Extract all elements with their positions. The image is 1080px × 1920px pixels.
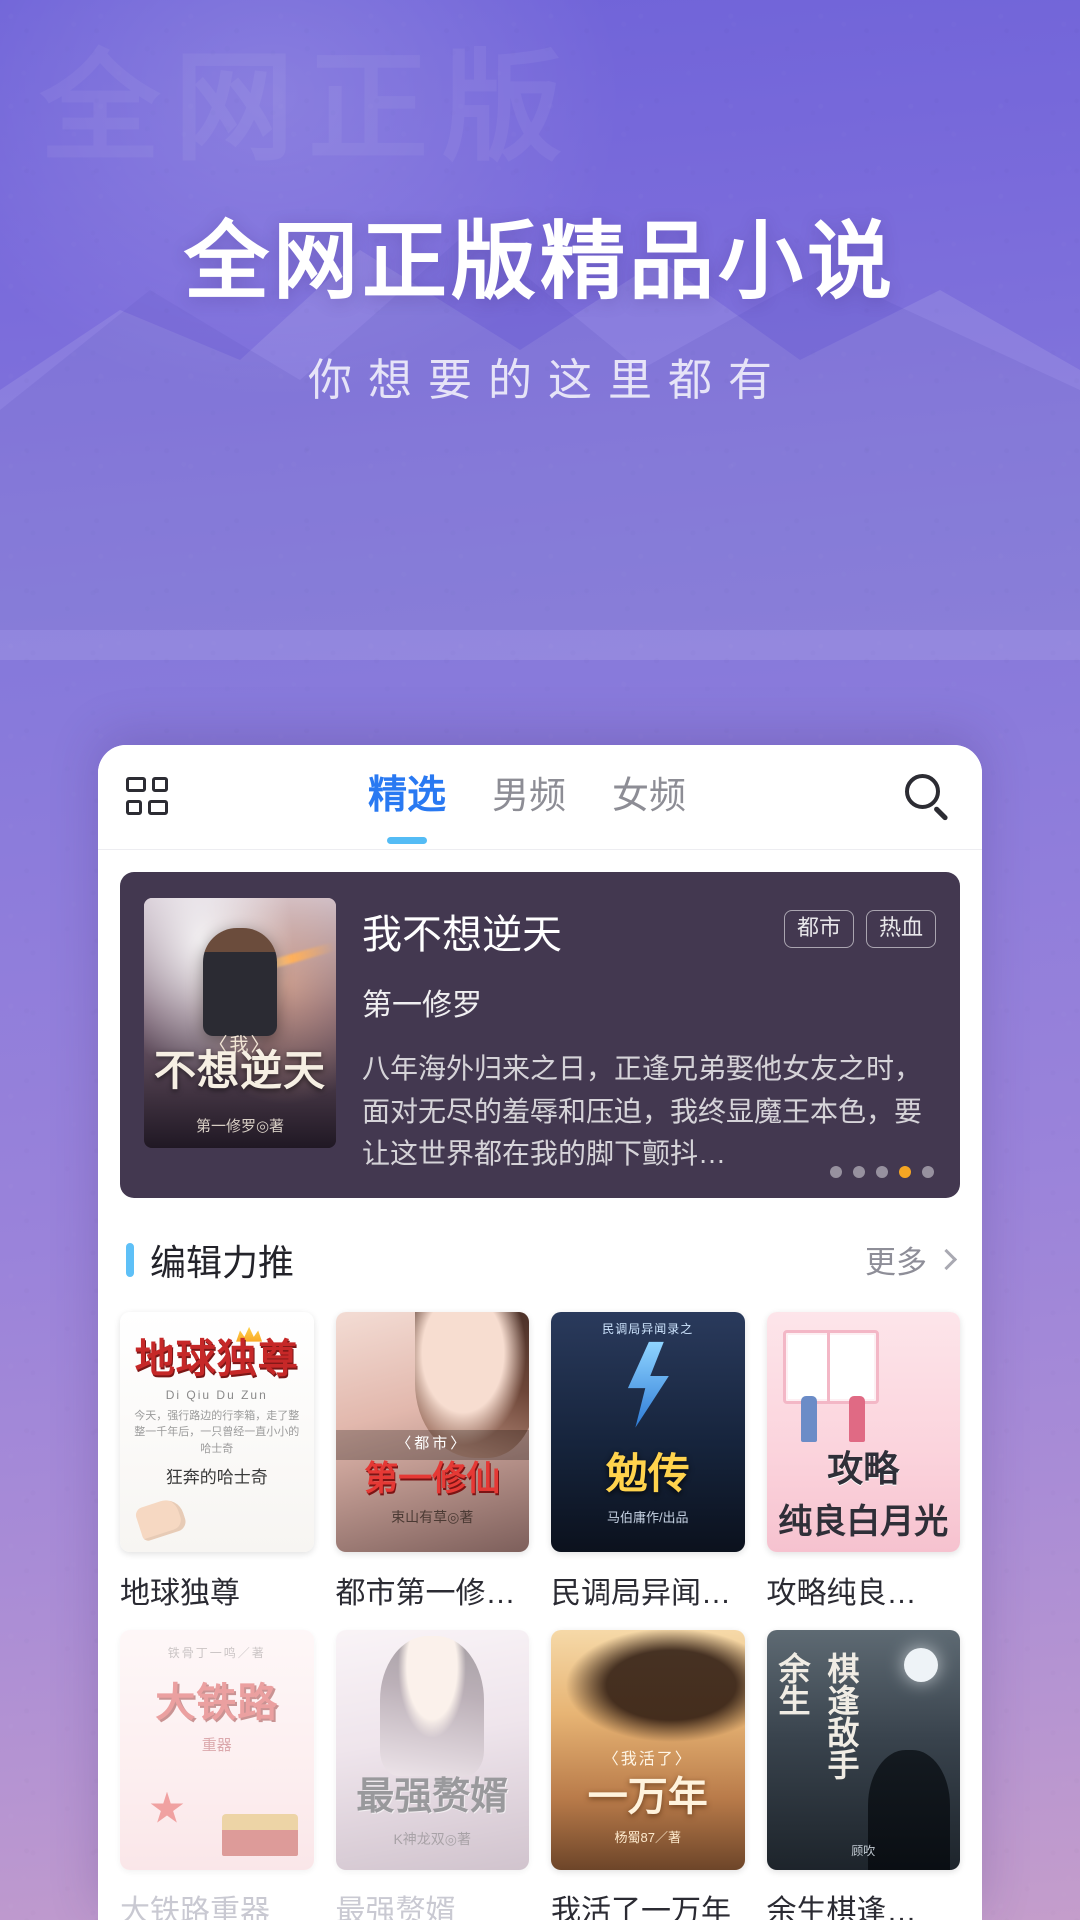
cover-main-text: 勉传 — [605, 1449, 690, 1497]
tab-bar: 精选 男频 女频 — [170, 764, 884, 830]
cover-main-text2: 棋逢敌手 — [823, 1651, 860, 1780]
book-title: 最强赘婿 — [335, 1894, 456, 1920]
cover-author: 束山有草◎著 — [391, 1508, 474, 1525]
book-card[interactable]: 民调局异闻录之 勉传 马伯庸作/出品 民调局异闻… — [551, 1311, 745, 1612]
book-cover[interactable]: 〈都市〉 第一修仙 束山有草◎著 — [335, 1311, 529, 1552]
cover-author: 杨蜀87／著 — [614, 1829, 681, 1845]
book-title: 大铁路重器 — [120, 1894, 270, 1920]
more-label: 更多 — [865, 1245, 927, 1281]
book-title: 攻略纯良… — [766, 1576, 917, 1610]
chevron-right-icon — [935, 1249, 958, 1271]
cover-author: 重器 — [201, 1736, 232, 1754]
featured-header: 我不想逆天 都市 热血 — [362, 902, 936, 960]
cover-main-text: 最强赘婿 — [356, 1775, 509, 1818]
book-card[interactable]: 〈我活了〉 一万年 杨蜀87／著 我活了一万年 — [551, 1629, 745, 1920]
more-link[interactable]: 更多 — [865, 1237, 958, 1282]
background-ghost-text: 全网正版 — [40, 41, 576, 175]
carousel-dot-active[interactable] — [899, 1165, 911, 1178]
carousel-dot[interactable] — [853, 1165, 865, 1178]
page-subtitle: 你想要的这里都有 — [308, 356, 788, 406]
book-title: 地球独尊 — [120, 1576, 240, 1610]
cover-main-text: 地球独尊 — [134, 1336, 299, 1381]
cover-author: 狂奔的哈士奇 — [165, 1467, 268, 1487]
cover-author: 纯良白月光 — [778, 1502, 949, 1541]
cover-main-text: 余生 — [774, 1651, 811, 1716]
app-preview-card: 精选 男频 女频 〈我〉 不想逆天 第一修罗◎著 我不想逆天 都市 热血 第一修… — [98, 745, 982, 1920]
section-accent-bar — [126, 1242, 134, 1277]
featured-cover-byline: 第一修罗◎著 — [195, 1118, 285, 1135]
book-cover[interactable]: 铁骨丁一鸣／著 大铁路 重器 — [120, 1629, 314, 1870]
cover-main-text: 一万年 — [587, 1774, 708, 1819]
book-cover[interactable]: 最强赘婿 K神龙双◎著 — [335, 1629, 529, 1870]
carousel-dot[interactable] — [830, 1165, 842, 1178]
book-cover[interactable]: 民调局异闻录之 勉传 马伯庸作/出品 — [551, 1311, 745, 1552]
book-card[interactable]: 攻略 纯良白月光 攻略纯良… — [766, 1311, 960, 1612]
book-cover[interactable]: 地球独尊 Di Qiu Du Zun 今天，强行路边的行李箱，走了整整一千年后，… — [120, 1311, 314, 1552]
tag-rexue[interactable]: 热血 — [865, 910, 936, 949]
featured-description: 八年海外归来之日，正逢兄弟娶他女友之时，面对无尽的羞辱和压迫，我终显魔王本色，要… — [362, 1053, 923, 1170]
book-cover[interactable]: 攻略 纯良白月光 — [766, 1311, 960, 1552]
cover-sub-text: 铁骨丁一鸣／著 — [167, 1645, 266, 1660]
moon-icon — [904, 1647, 938, 1682]
book-title: 都市第一修… — [335, 1576, 516, 1610]
carousel-dots[interactable] — [830, 1165, 934, 1178]
book-card[interactable]: 地球独尊 Di Qiu Du Zun 今天，强行路边的行李箱，走了整整一千年后，… — [120, 1311, 314, 1612]
book-cover[interactable]: 〈我活了〉 一万年 杨蜀87／著 — [551, 1629, 745, 1870]
featured-book-cover[interactable]: 〈我〉 不想逆天 第一修罗◎著 — [144, 898, 336, 1148]
cover-sub-text: 〈都市〉 — [396, 1434, 469, 1452]
carousel-dot[interactable] — [876, 1165, 888, 1178]
featured-tag-list: 都市 热血 — [783, 902, 936, 949]
cover-sub-text: 〈我活了〉 — [602, 1750, 693, 1768]
page-title: 全网正版精品小说 — [183, 215, 896, 310]
featured-banner[interactable]: 〈我〉 不想逆天 第一修罗◎著 我不想逆天 都市 热血 第一修罗 八年海外归来之… — [120, 872, 960, 1198]
cover-main-text: 攻略 — [827, 1447, 900, 1489]
tab-jingxuan[interactable]: 精选 — [368, 764, 446, 830]
featured-body: 我不想逆天 都市 热血 第一修罗 八年海外归来之日，正逢兄弟娶他女友之时，面对无… — [362, 898, 936, 1176]
cover-author: K神龙双◎著 — [393, 1830, 472, 1847]
cover-main-text: 大铁路 — [155, 1680, 279, 1725]
book-cover[interactable]: 余生 棋逢敌手 顾吹 — [766, 1629, 960, 1870]
book-card[interactable]: 〈都市〉 第一修仙 束山有草◎著 都市第一修… — [335, 1311, 529, 1612]
grid-category-icon[interactable] — [126, 775, 170, 819]
cover-main-text: 第一修仙 — [364, 1459, 501, 1498]
section-title: 编辑力推 — [150, 1241, 295, 1283]
book-card[interactable]: 最强赘婿 K神龙双◎著 最强赘婿 — [335, 1629, 529, 1920]
featured-cover-title: 不想逆天 — [153, 1047, 326, 1094]
cover-author: 马伯庸作/出品 — [606, 1509, 689, 1525]
tag-dushi[interactable]: 都市 — [783, 910, 854, 949]
book-title: 民调局异闻… — [551, 1576, 731, 1610]
cover-author: 顾吹 — [851, 1844, 876, 1859]
tab-nanpin[interactable]: 男频 — [492, 765, 566, 829]
app-topbar: 精选 男频 女频 — [98, 745, 982, 850]
book-title: 我活了一万年 — [551, 1894, 731, 1920]
cover-sub-text: 民调局异闻录之 — [602, 1321, 694, 1336]
search-icon[interactable] — [902, 771, 954, 823]
book-grid: 地球独尊 Di Qiu Du Zun 今天，强行路边的行李箱，走了整整一千年后，… — [120, 1311, 960, 1920]
book-card[interactable]: 余生 棋逢敌手 顾吹 余生棋逢… — [766, 1629, 960, 1920]
book-title: 余生棋逢… — [766, 1894, 917, 1920]
book-card[interactable]: 铁骨丁一鸣／著 大铁路 重器 大铁路重器 — [120, 1629, 314, 1920]
cover-blurb: 今天，强行路边的行李箱，走了整整一千年后，一只曾经一直小小的哈士奇 — [134, 1409, 300, 1455]
carousel-dot[interactable] — [922, 1165, 934, 1178]
featured-author: 第一修罗 — [362, 989, 482, 1022]
cover-sub-text: Di Qiu Du Zun — [165, 1387, 268, 1402]
section-header: 编辑力推 更多 — [126, 1234, 958, 1286]
hero-section: 全网正版精品小说 你想要的这里都有 — [0, 215, 1080, 408]
tab-nvpin[interactable]: 女频 — [612, 765, 686, 829]
featured-title: 我不想逆天 — [362, 913, 562, 957]
